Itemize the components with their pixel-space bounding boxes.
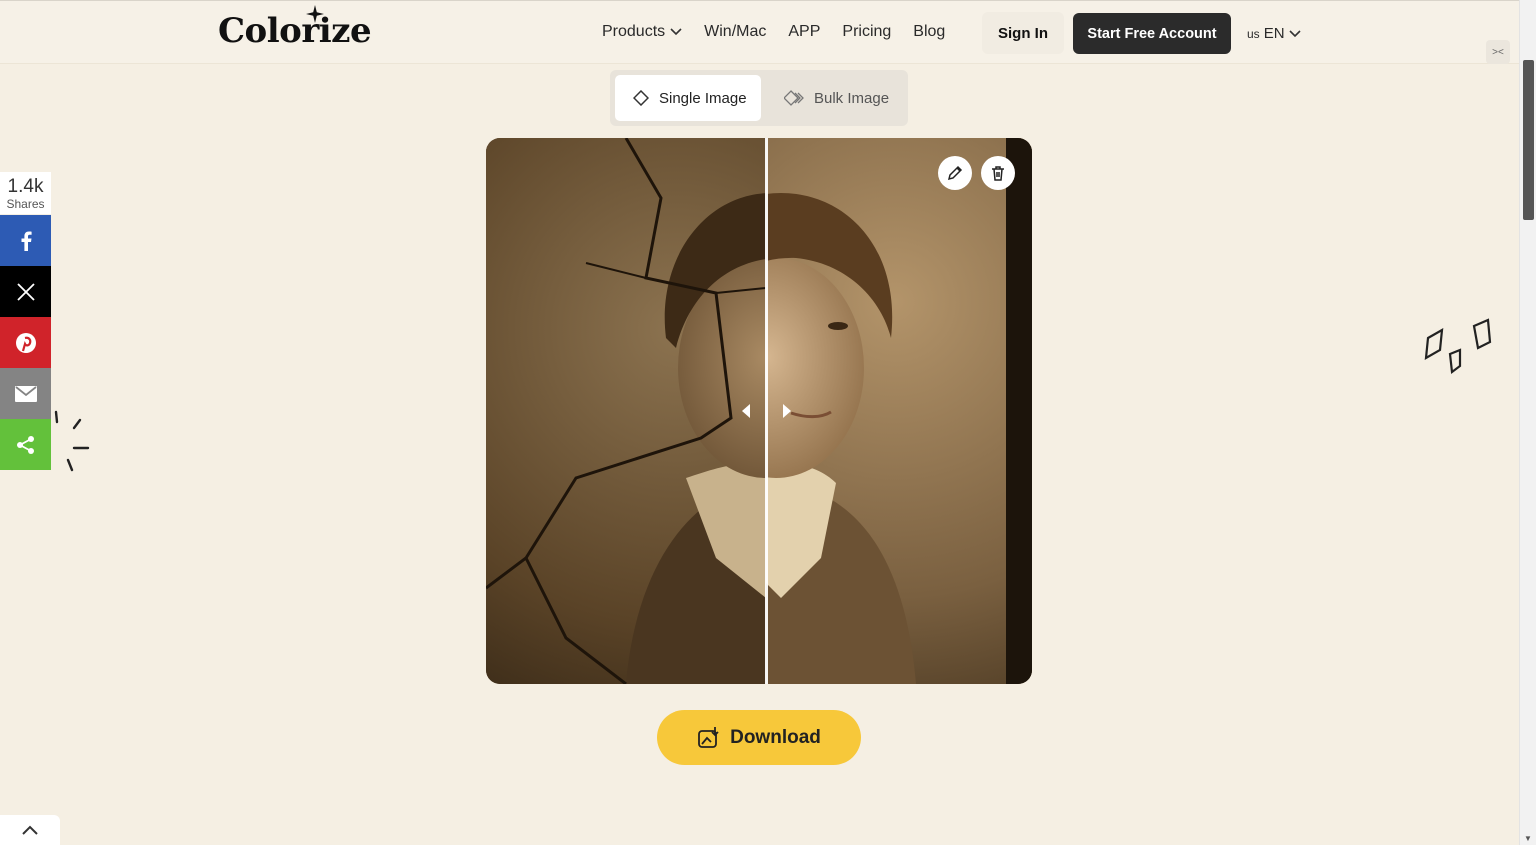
edit-button[interactable] bbox=[938, 156, 972, 190]
main-nav: Products Win/Mac APP Pricing Blog bbox=[602, 23, 967, 41]
pinterest-icon bbox=[15, 332, 36, 353]
share-pinterest-button[interactable] bbox=[0, 317, 51, 368]
share-icon bbox=[16, 435, 34, 454]
share-count-value: 1.4k bbox=[7, 176, 44, 197]
share-more-button[interactable] bbox=[0, 419, 51, 470]
bulk-image-label: Bulk Image bbox=[814, 89, 890, 107]
multi-diamond-icon bbox=[784, 90, 804, 106]
download-button[interactable]: Download bbox=[657, 710, 861, 765]
delete-button[interactable] bbox=[981, 156, 1015, 190]
diamonds-doodle-icon bbox=[1424, 318, 1492, 375]
share-x-button[interactable] bbox=[0, 266, 51, 317]
bulk-image-tab[interactable]: Bulk Image bbox=[782, 75, 902, 121]
logo[interactable]: Colorize bbox=[218, 11, 372, 51]
mode-toggle: Single Image Bulk Image bbox=[610, 70, 908, 126]
email-icon bbox=[14, 385, 37, 402]
scrollbar-thumb[interactable] bbox=[1523, 60, 1534, 220]
chevron-down-icon bbox=[670, 28, 682, 36]
back-to-top-button[interactable] bbox=[0, 815, 60, 845]
chevron-up-icon bbox=[22, 825, 38, 835]
sign-in-button[interactable]: Sign In bbox=[982, 12, 1064, 54]
download-label: Download bbox=[730, 726, 821, 748]
diamond-icon bbox=[633, 90, 649, 106]
nav-pricing[interactable]: Pricing bbox=[842, 23, 891, 41]
x-icon bbox=[16, 282, 35, 301]
facebook-icon bbox=[21, 231, 32, 251]
compare-handle-right-icon[interactable] bbox=[783, 404, 791, 418]
compare-handle-left-icon[interactable] bbox=[742, 404, 750, 418]
trash-icon bbox=[992, 166, 1004, 181]
sparkle-icon bbox=[306, 5, 324, 23]
site-header: Colorize Products Win/Mac APP Pricing Bl… bbox=[0, 0, 1519, 64]
share-count-label: Shares bbox=[6, 197, 45, 211]
us-flag-icon: us bbox=[1247, 26, 1260, 41]
start-free-account-button[interactable]: Start Free Account bbox=[1073, 13, 1231, 54]
collapse-icon[interactable]: >< bbox=[1486, 40, 1510, 64]
nav-products[interactable]: Products bbox=[602, 23, 682, 41]
single-image-label: Single Image bbox=[659, 89, 747, 107]
language-selector[interactable]: us EN bbox=[1247, 25, 1301, 42]
scrollbar[interactable]: ▼ bbox=[1519, 0, 1536, 845]
nav-products-label: Products bbox=[602, 23, 666, 40]
nav-app[interactable]: APP bbox=[788, 23, 820, 41]
compare-divider[interactable] bbox=[765, 138, 768, 684]
sparkle-doodle-icon bbox=[54, 410, 90, 472]
nav-blog[interactable]: Blog bbox=[913, 23, 945, 41]
nav-winmac[interactable]: Win/Mac bbox=[704, 23, 766, 41]
single-image-tab[interactable]: Single Image bbox=[615, 75, 761, 121]
image-download-icon bbox=[698, 726, 719, 748]
pencil-icon bbox=[947, 165, 963, 181]
portrait-photo bbox=[486, 138, 1032, 684]
scroll-down-arrow-icon[interactable]: ▼ bbox=[1524, 834, 1532, 843]
image-compare-slider[interactable] bbox=[486, 138, 1032, 684]
share-count: 1.4k Shares bbox=[0, 172, 51, 214]
chevron-down-icon bbox=[1288, 29, 1301, 37]
share-email-button[interactable] bbox=[0, 368, 51, 419]
share-facebook-button[interactable] bbox=[0, 215, 51, 266]
language-label: EN bbox=[1263, 25, 1285, 42]
